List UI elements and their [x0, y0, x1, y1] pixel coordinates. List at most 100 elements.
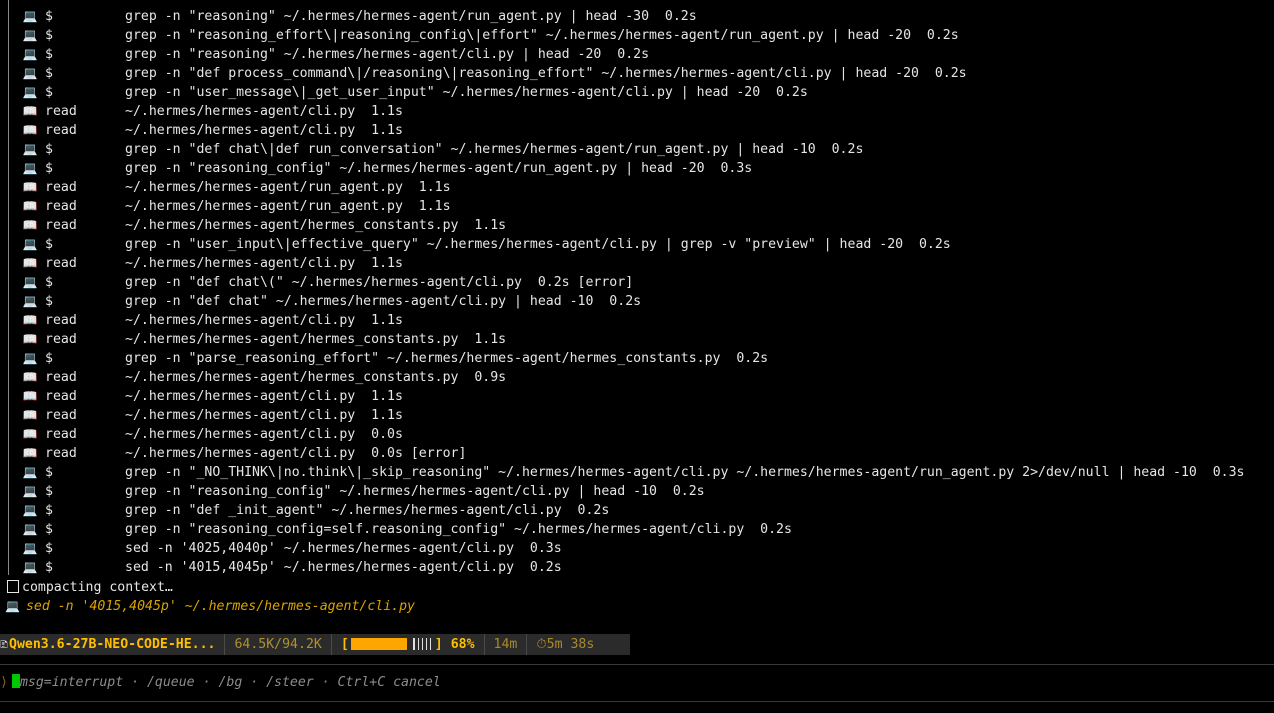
log-verb: read: [45, 180, 77, 195]
log-verb: $: [45, 541, 53, 556]
prompt-divider-top: [0, 664, 1274, 665]
context-usage: 64.5K/94.2K: [225, 634, 332, 655]
log-row: 📖 read ~/.hermes/hermes-agent/run_agent.py…: [0, 197, 1274, 216]
log-row: 💻 $ grep -n "def chat\(" ~/.hermes/hermes-…: [0, 273, 1274, 292]
log-row: 📖 read ~/.hermes/hermes-agent/hermes_const…: [0, 216, 1274, 235]
laptop-icon: 💻: [22, 47, 38, 61]
log-verb: read: [45, 199, 77, 214]
log-row: 💻 $ sed -n '4025,4040p' ~/.hermes/hermes-a…: [0, 539, 1274, 558]
log-verb: $: [45, 560, 53, 575]
log-verb: $: [45, 28, 53, 43]
book-icon: 📖: [22, 389, 38, 403]
log-verb: $: [45, 47, 53, 62]
laptop-icon: 💻: [22, 541, 38, 555]
laptop-icon: 💻: [22, 142, 38, 156]
log-command: ~/.hermes/hermes-agent/cli.py 0.0s: [125, 427, 403, 442]
log-verb: read: [45, 389, 77, 404]
book-icon: 📖: [22, 446, 38, 460]
log-command: grep -n "reasoning_config" ~/.hermes/her…: [125, 161, 753, 176]
log-command: grep -n "reasoning" ~/.hermes/hermes-age…: [125, 9, 697, 24]
log-row: 💻 $ grep -n "def chat\|def run_conversatio…: [0, 140, 1274, 159]
log-command: ~/.hermes/hermes-agent/hermes_constants.…: [125, 332, 507, 347]
log-command: grep -n "_NO_THINK\|no.think\|_skip_reas…: [125, 465, 1245, 480]
log-row: 📖 read ~/.hermes/hermes-agent/cli.py 1.1s: [0, 406, 1274, 425]
log-row: 💻 $ grep -n "reasoning_config" ~/.hermes/h…: [0, 159, 1274, 178]
prompt-input[interactable]: ⟩ msg=interrupt · /queue · /bg · /steer ·…: [0, 673, 441, 693]
book-icon: 📖: [22, 427, 38, 441]
log-verb: read: [45, 218, 77, 233]
book-icon: 📖: [22, 123, 38, 137]
log-row: 💻 $ grep -n "def process_command\|/reasoni…: [0, 64, 1274, 83]
compacting-status: compacting context…: [0, 578, 173, 597]
log-command: grep -n "reasoning_effort\|reasoning_con…: [125, 28, 959, 43]
log-verb: $: [45, 9, 53, 24]
log-verb: read: [45, 370, 77, 385]
log-row: 📖 read ~/.hermes/hermes-agent/hermes_const…: [0, 330, 1274, 349]
log-command: grep -n "user_message\|_get_user_input" …: [125, 85, 808, 100]
bar-close-bracket: ]: [434, 637, 443, 652]
log-verb: $: [45, 275, 53, 290]
log-row: 💻 $ grep -n "reasoning_config=self.reasoni…: [0, 520, 1274, 539]
context-bar-segment: [] 68%: [332, 634, 485, 655]
log-command: grep -n "def chat" ~/.hermes/hermes-agen…: [125, 294, 642, 309]
book-icon: 📖: [22, 104, 38, 118]
log-row: 💻 $ grep -n "_NO_THINK\|no.think\|_skip_re…: [0, 463, 1274, 482]
log-command: grep -n "def chat\(" ~/.hermes/hermes-ag…: [125, 275, 634, 290]
log-row: 💻 $ grep -n "reasoning_effort\|reasoning_c…: [0, 26, 1274, 45]
log-command: grep -n "user_input\|effective_query" ~/…: [125, 237, 951, 252]
log-verb: $: [45, 294, 53, 309]
context-progress-fill: [350, 638, 407, 650]
log-row: 📖 read ~/.hermes/hermes-agent/cli.py 1.1s: [0, 387, 1274, 406]
log-row: 💻 $ grep -n "def chat" ~/.hermes/hermes-ag…: [0, 292, 1274, 311]
context-progress-bar: [350, 638, 433, 650]
book-icon: 📖: [22, 370, 38, 384]
log-row: 💻 $ grep -n "reasoning" ~/.hermes/hermes-a…: [0, 7, 1274, 26]
log-command: ~/.hermes/hermes-agent/run_agent.py 1.1s: [125, 180, 451, 195]
text-cursor: [11, 674, 20, 688]
log-verb: read: [45, 313, 77, 328]
log-verb: $: [45, 237, 53, 252]
log-row: 📖 read ~/.hermes/hermes-agent/cli.py 0.0s …: [0, 444, 1274, 463]
log-command: grep -n "def chat\|def run_conversation"…: [125, 142, 864, 157]
log-command: ~/.hermes/hermes-agent/hermes_constants.…: [125, 218, 507, 233]
log-row: 💻 $ grep -n "def _init_agent" ~/.hermes/he…: [0, 501, 1274, 520]
log-row: 📖 read ~/.hermes/hermes-agent/cli.py 1.1s: [0, 102, 1274, 121]
model-segment: 🗈Qwen3.6-27B-NEO-CODE-HE...: [0, 634, 226, 655]
log-verb: $: [45, 351, 53, 366]
log-row: 📖 read ~/.hermes/hermes-agent/cli.py 1.1s: [0, 311, 1274, 330]
context-percent: 68%: [450, 637, 475, 652]
log-verb: $: [45, 85, 53, 100]
log-command: ~/.hermes/hermes-agent/run_agent.py 1.1s: [125, 199, 451, 214]
timer-segment: ⏱5m 38s: [527, 634, 603, 655]
log-row: 💻 $ grep -n "user_message\|_get_user_input…: [0, 83, 1274, 102]
prompt-hint: msg=interrupt · /queue · /bg · /steer · …: [19, 675, 441, 690]
laptop-icon: 💻: [22, 560, 38, 574]
log-verb: $: [45, 142, 53, 157]
log-row: 📖 read ~/.hermes/hermes-agent/cli.py 1.1s: [0, 121, 1274, 140]
book-icon: 📖: [22, 218, 38, 232]
log-verb: read: [45, 446, 77, 461]
log-command: ~/.hermes/hermes-agent/cli.py 1.1s: [125, 256, 403, 271]
log-command: ~/.hermes/hermes-agent/cli.py 1.1s: [125, 313, 403, 328]
log-row: 💻 $ grep -n "user_input\|effective_query" …: [0, 235, 1274, 254]
log-command: ~/.hermes/hermes-agent/cli.py 1.1s: [125, 104, 403, 119]
log-command: sed -n '4025,4040p' ~/.hermes/hermes-age…: [125, 541, 562, 556]
log-command: ~/.hermes/hermes-agent/cli.py 1.1s: [125, 408, 403, 423]
laptop-icon: 💻: [22, 351, 38, 365]
laptop-icon: 💻: [22, 503, 38, 517]
log-command: grep -n "reasoning_config=self.reasoning…: [125, 522, 792, 537]
laptop-icon: 💻: [22, 275, 38, 289]
context-progress-remaining: [412, 638, 433, 650]
log-command: ~/.hermes/hermes-agent/cli.py 1.1s: [125, 123, 403, 138]
model-icon: 🗈: [0, 638, 9, 651]
book-icon: 📖: [22, 313, 38, 327]
log-command: grep -n "def _init_agent" ~/.hermes/herm…: [125, 503, 610, 518]
log-row: 💻 $ grep -n "reasoning" ~/.hermes/hermes-a…: [0, 45, 1274, 64]
laptop-icon: 💻: [22, 85, 38, 99]
checkbox-icon: [7, 580, 19, 593]
laptop-icon: 💻: [5, 599, 20, 613]
book-icon: 📖: [22, 199, 38, 213]
log-verb: read: [45, 123, 77, 138]
log-command: ~/.hermes/hermes-agent/hermes_constants.…: [125, 370, 507, 385]
log-row: 📖 read ~/.hermes/hermes-agent/cli.py 1.1s: [0, 254, 1274, 273]
